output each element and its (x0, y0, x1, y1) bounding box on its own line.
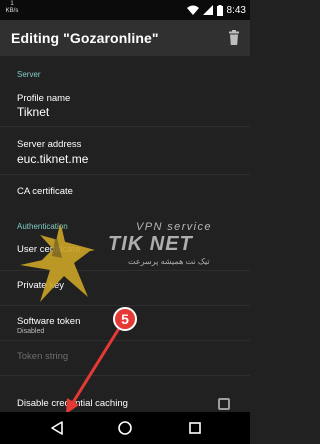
back-icon (51, 421, 63, 435)
clock: 8:43 (226, 4, 246, 16)
battery-icon (216, 4, 223, 16)
profile-name-title: Profile name (17, 93, 71, 104)
pref-token-string: Token string (0, 341, 250, 375)
server-address-value: euc.tiknet.me (17, 152, 89, 166)
disable-caching-checkbox[interactable] (218, 398, 230, 410)
profile-name-value: Tiknet (17, 105, 50, 119)
app-bar: Editing "Gozaronline" (0, 20, 250, 56)
software-token-summary: Disabled (17, 328, 45, 335)
network-speed-unit: KB/s (5, 8, 19, 14)
category-authentication: Authentication (17, 222, 68, 231)
user-certificate-title: User certificate (17, 244, 81, 255)
pref-server-address[interactable]: Server address euc.tiknet.me (0, 127, 250, 174)
private-key-title: Private key (17, 280, 64, 291)
status-bar: 1 KB/s 8:43 (0, 0, 250, 20)
recents-button[interactable] (186, 419, 204, 437)
disable-caching-title: Disable credential caching (17, 398, 128, 409)
software-token-title: Software token (17, 316, 81, 327)
pref-disable-credential-caching[interactable]: Disable credential caching (0, 376, 250, 412)
network-speed-value: 1 (10, 1, 14, 7)
delete-button[interactable] (224, 28, 244, 48)
step-badge: 5 (113, 307, 137, 331)
cellular-signal-icon (202, 5, 213, 15)
watermark-vpn-service: VPN service (136, 221, 212, 233)
recents-icon (189, 422, 201, 434)
network-speed: 1 KB/s (5, 1, 19, 15)
pref-profile-name[interactable]: Profile name Tiknet (0, 84, 250, 126)
watermark-slogan: تیک نت همیشه پرسرعت (128, 257, 210, 266)
category-server: Server (17, 70, 41, 79)
home-icon (118, 421, 132, 435)
back-button[interactable] (48, 419, 66, 437)
page-title: Editing "Gozaronline" (11, 30, 159, 46)
trash-icon (229, 30, 239, 45)
token-string-title: Token string (17, 351, 69, 362)
navigation-bar (0, 412, 250, 444)
home-button[interactable] (116, 419, 134, 437)
server-address-title: Server address (17, 139, 82, 150)
wifi-icon (186, 5, 199, 15)
pref-ca-certificate[interactable]: CA certificate (0, 175, 250, 209)
ca-certificate-title: CA certificate (17, 186, 73, 197)
pref-private-key[interactable]: Private key (0, 271, 250, 305)
watermark-brand: TIK NET (108, 233, 193, 255)
